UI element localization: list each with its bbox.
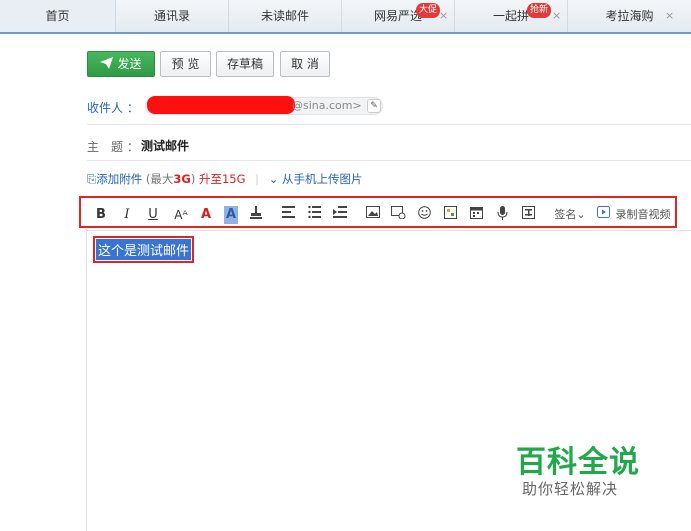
send-button[interactable]: 发送 xyxy=(87,51,155,77)
save-draft-button[interactable]: 存草稿 xyxy=(216,51,274,77)
signature-dropdown[interactable]: 签名⌄ xyxy=(552,206,588,224)
editor-border xyxy=(86,229,87,531)
tab-unread[interactable]: 未读邮件 xyxy=(229,0,342,32)
table-icon[interactable] xyxy=(443,206,457,224)
tab-label: 一起拼 xyxy=(492,9,529,23)
redacted-address xyxy=(147,96,295,114)
watermark-subtitle: 助你轻松解决 xyxy=(522,480,619,498)
bg-color-button[interactable]: A xyxy=(224,206,238,224)
emoji-icon[interactable] xyxy=(417,206,431,224)
font-size-button[interactable]: Aᴬ xyxy=(172,206,190,224)
tab-label: 考拉海购 xyxy=(605,9,654,23)
chevron-down-icon[interactable]: ⌄ xyxy=(269,172,279,186)
divider xyxy=(87,160,691,161)
close-icon[interactable]: × xyxy=(552,0,561,32)
calendar-icon[interactable] xyxy=(469,206,483,224)
tab-kaola[interactable]: 考拉海购 × xyxy=(568,0,691,32)
save-draft-label: 存草稿 xyxy=(226,57,263,71)
preview-label: 预 览 xyxy=(171,57,200,71)
subject-input[interactable]: 测试邮件 xyxy=(141,137,189,154)
align-left-icon[interactable] xyxy=(281,206,295,224)
upgrade-link[interactable]: 升至15G xyxy=(199,172,246,186)
tab-label: 通讯录 xyxy=(153,9,190,23)
recipient-domain: @sina.com> xyxy=(292,99,362,112)
add-attachment-link[interactable]: 添加附件 xyxy=(96,172,142,186)
promo-badge: 大促 xyxy=(416,3,441,18)
underline-button[interactable]: U xyxy=(146,206,160,224)
close-icon[interactable]: × xyxy=(439,0,448,32)
tab-label: 网易严选 xyxy=(373,9,422,23)
subject-label: 主 题 ： xyxy=(87,140,139,154)
separator: | xyxy=(255,172,260,186)
divider xyxy=(87,124,691,125)
max-size-suffix: ) xyxy=(190,172,196,186)
attachment-row: ⎘添加附件 (最大3G) 升至15G | ⌄ 从手机上传图片 xyxy=(87,171,363,187)
selected-body-text[interactable]: 这个是测试邮件 xyxy=(92,236,195,263)
font-color-button[interactable]: A xyxy=(199,206,213,224)
tab-label: 首页 xyxy=(45,9,70,23)
tab-yiqipin[interactable]: 一起拼 抢新 × xyxy=(455,0,568,32)
paperclip-icon: ⎘ xyxy=(87,172,97,186)
paper-plane-icon xyxy=(100,53,114,77)
video-record-icon[interactable] xyxy=(596,206,610,224)
chevron-down-icon: ⌄ xyxy=(576,208,586,221)
tab-label: 未读邮件 xyxy=(260,9,309,23)
italic-button[interactable]: I xyxy=(120,206,134,224)
format-brush-icon[interactable] xyxy=(249,206,263,224)
cancel-label: 取 消 xyxy=(291,57,319,71)
cancel-button[interactable]: 取 消 xyxy=(280,51,330,77)
watermark-title: 百科全说 xyxy=(516,445,640,480)
image-icon[interactable] xyxy=(366,206,380,224)
send-label: 发送 xyxy=(117,57,142,71)
max-size-prefix: (最大 xyxy=(145,172,174,186)
edit-icon[interactable]: ✎ xyxy=(367,99,381,113)
bold-button[interactable]: B xyxy=(94,206,108,224)
tab-yanxuan[interactable]: 网易严选 大促 × xyxy=(342,0,455,32)
screenshot-icon[interactable] xyxy=(391,206,406,224)
indent-icon[interactable] xyxy=(333,206,347,224)
microphone-icon[interactable] xyxy=(495,206,509,224)
tab-home[interactable]: 首页 xyxy=(0,0,116,32)
signature-label: 签名 xyxy=(554,208,577,221)
max-size-value: 3G xyxy=(173,172,191,186)
promo-badge: 抢新 xyxy=(527,3,552,18)
translate-icon[interactable] xyxy=(521,206,535,224)
format-toolbar: B I U Aᴬ A A 签名⌄ 录制音视频 xyxy=(86,202,691,228)
preview-button[interactable]: 预 览 xyxy=(160,51,211,77)
close-icon[interactable]: × xyxy=(665,0,674,32)
mobile-upload-link[interactable]: 从手机上传图片 xyxy=(282,172,363,186)
record-video-button[interactable]: 录制音视频 xyxy=(613,206,673,224)
tab-contacts[interactable]: 通讯录 xyxy=(116,0,229,32)
tab-bar: 首页 通讯录 未读邮件 网易严选 大促 × 一起拼 抢新 × 考拉海购 × xyxy=(0,0,691,34)
bullet-list-icon[interactable] xyxy=(307,205,321,224)
